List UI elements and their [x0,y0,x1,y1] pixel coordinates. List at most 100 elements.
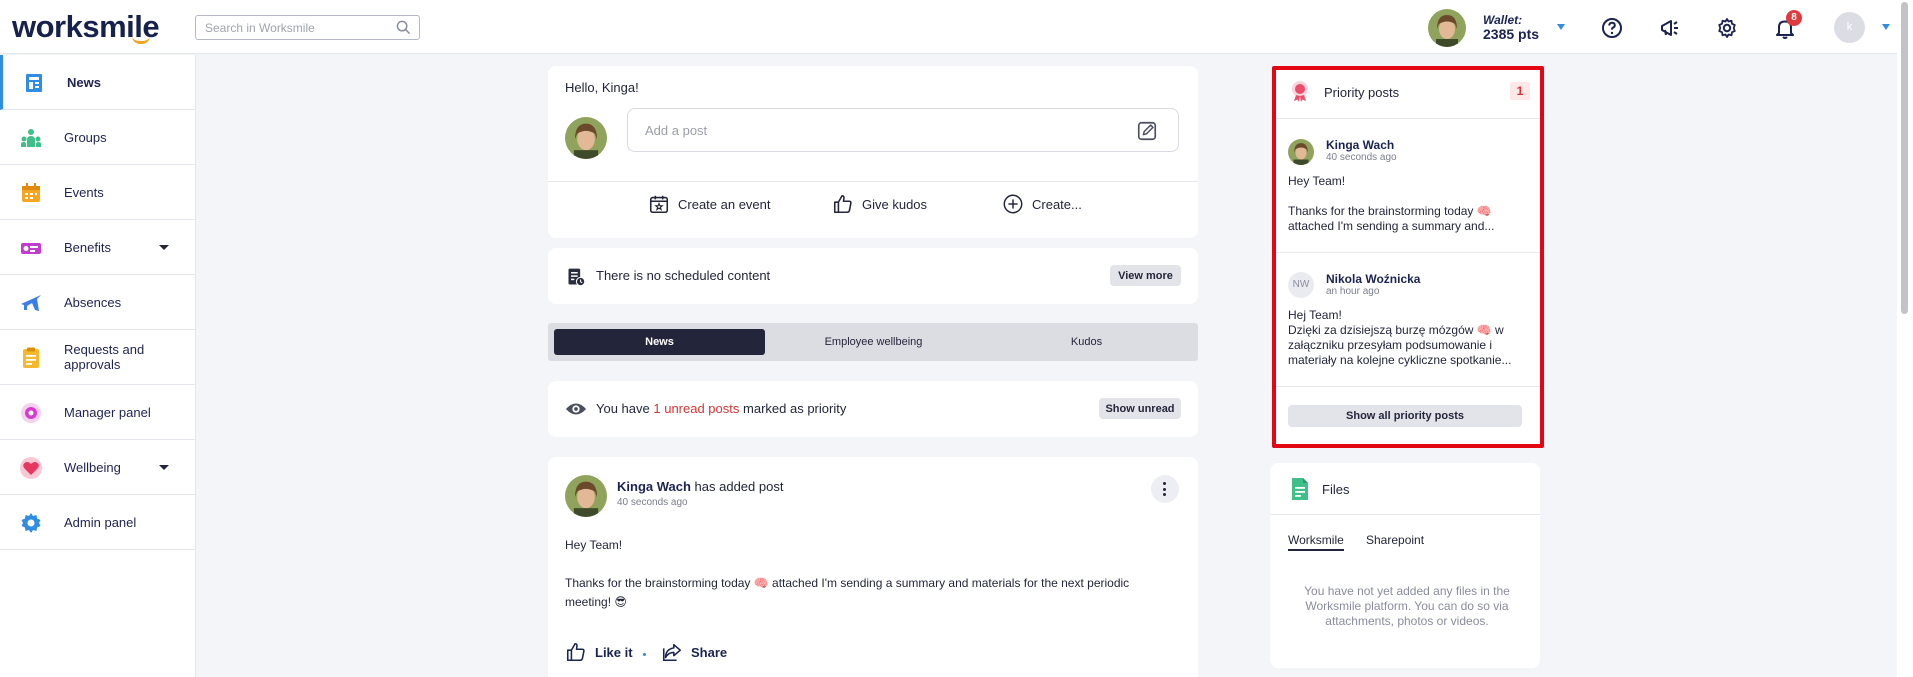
give-kudos-label: Give kudos [862,196,928,212]
composer-avatar [565,117,607,159]
plus-circle-icon [1003,194,1023,214]
post-author-name[interactable]: Kinga Wach [617,479,691,494]
gear-icon[interactable] [1715,16,1739,40]
share-icon [662,643,682,662]
sidebar-item-label: News [67,74,101,90]
files-empty-message: You have not yet added any files in the … [1304,584,1510,628]
add-post-input[interactable] [628,109,1118,151]
page-scrollbar[interactable] [1897,0,1913,677]
tab-worksmile-files[interactable]: Worksmile [1288,533,1344,551]
wallet-label: Wallet: [1483,13,1523,27]
top-bar: worksmile Wallet: 2385 pts 8 k [0,0,1913,54]
sidebar-item-label: Groups [64,129,107,145]
edit-pen-icon[interactable] [1136,120,1158,142]
news-icon [26,74,42,92]
scheduled-content-card: There is no scheduled content View more [548,248,1198,304]
sidebar-item-label: Benefits [64,239,111,255]
sidebar-item-label: Manager panel [64,404,151,420]
sidebar-item-label: Events [64,184,104,200]
composer-divider [548,181,1198,182]
feed-tabs: News Employee wellbeing Kudos [548,323,1198,361]
sidebar-item-requests[interactable]: Requests and approvals [0,330,195,385]
post-composer-card: Hello, Kinga! Create an event Give kudos… [548,66,1198,238]
sidebar-item-absences[interactable]: Absences [0,275,195,330]
calendar-star-icon [649,195,669,214]
greeting-text: Hello, Kinga! [565,80,639,95]
share-button[interactable]: Share [661,641,727,663]
unread-notice-card: You have 1 unread posts marked as priori… [548,381,1198,437]
unread-notice-text: You have 1 unread posts marked as priori… [596,401,846,416]
absences-icon [21,295,41,311]
priority-posts-highlight-frame [1272,66,1544,448]
admin-gear-icon [21,513,41,533]
show-unread-button[interactable]: Show unread [1099,398,1181,419]
post-header: Kinga Wach has added post [617,479,783,494]
scheduled-text: There is no scheduled content [596,268,771,283]
wellbeing-icon [20,457,42,479]
tab-sharepoint-files[interactable]: Sharepoint [1366,533,1424,547]
post-card: Kinga Wach has added post 40 seconds ago… [548,457,1198,677]
wallet-dropdown-icon[interactable] [1557,24,1565,30]
help-icon[interactable] [1600,16,1624,40]
user-menu-dropdown-icon[interactable] [1882,24,1890,30]
user-avatar[interactable]: k [1834,12,1865,43]
sidebar-item-label: Requests and approvals [64,342,145,372]
kebab-dot [1163,482,1166,485]
unread-prefix: You have [596,401,650,416]
groups-icon [21,129,41,147]
post-body-line: Hey Team! [565,538,623,552]
chevron-down-icon[interactable] [159,465,169,470]
scrollbar-thumb[interactable] [1901,2,1908,314]
post-body-line: meeting! 😎 [565,595,627,609]
create-event-label: Create an event [678,196,771,212]
give-kudos-button[interactable]: Give kudos [832,193,927,215]
eye-icon [565,403,587,415]
unread-suffix: marked as priority [743,401,847,416]
events-icon [22,183,40,202]
post-body-line: Thanks for the brainstorming today 🧠 att… [565,576,1130,590]
files-divider [1270,514,1540,515]
files-document-icon [1292,478,1308,500]
wallet-avatar[interactable] [1428,9,1466,47]
files-title: Files [1322,482,1350,497]
unread-posts-link[interactable]: 1 unread posts [653,401,739,416]
scheduled-list-icon [568,268,586,287]
view-more-button[interactable]: View more [1110,265,1181,286]
post-author-avatar[interactable] [565,475,607,517]
like-button[interactable]: Like it [565,641,633,663]
create-event-button[interactable]: Create an event [648,193,771,215]
tab-news[interactable]: News [554,329,765,355]
post-timestamp: 40 seconds ago [617,497,688,508]
sidebar-item-manager-panel[interactable]: Manager panel [0,385,195,440]
sidebar-item-label: Absences [64,294,122,310]
tab-kudos[interactable]: Kudos [981,329,1192,355]
search-icon[interactable] [396,20,411,35]
wallet-points[interactable]: 2385 pts [1483,26,1539,42]
sidebar-item-admin-panel[interactable]: Admin panel [0,495,195,550]
add-post-field[interactable] [627,108,1179,152]
manager-icon [21,403,41,423]
benefits-icon [21,243,41,254]
post-action-text: has added post [694,479,784,494]
sidebar-item-benefits[interactable]: Benefits [0,220,195,275]
sidebar: News Groups Events Benefits Absences Req… [0,55,196,677]
search-box[interactable] [195,15,420,40]
sidebar-item-groups[interactable]: Groups [0,110,195,165]
sidebar-item-events[interactable]: Events [0,165,195,220]
sidebar-item-wellbeing[interactable]: Wellbeing [0,440,195,495]
kebab-dot [1163,493,1166,496]
like-label: Like it [595,644,633,660]
chevron-down-icon[interactable] [159,245,169,250]
sidebar-item-label: Admin panel [64,514,137,530]
sidebar-item-news[interactable]: News [0,55,195,110]
tab-employee-wellbeing[interactable]: Employee wellbeing [768,329,979,355]
kebab-dot [1163,487,1166,491]
sidebar-item-label: Wellbeing [64,459,121,475]
thumbs-up-icon [833,194,852,214]
megaphone-icon[interactable] [1658,16,1682,40]
thumbs-up-icon [566,642,585,662]
search-input[interactable] [196,16,386,39]
files-card: Files Worksmile Sharepoint You have not … [1270,463,1540,668]
post-more-options-button[interactable] [1151,475,1179,503]
create-more-button[interactable]: Create... [1002,193,1082,215]
